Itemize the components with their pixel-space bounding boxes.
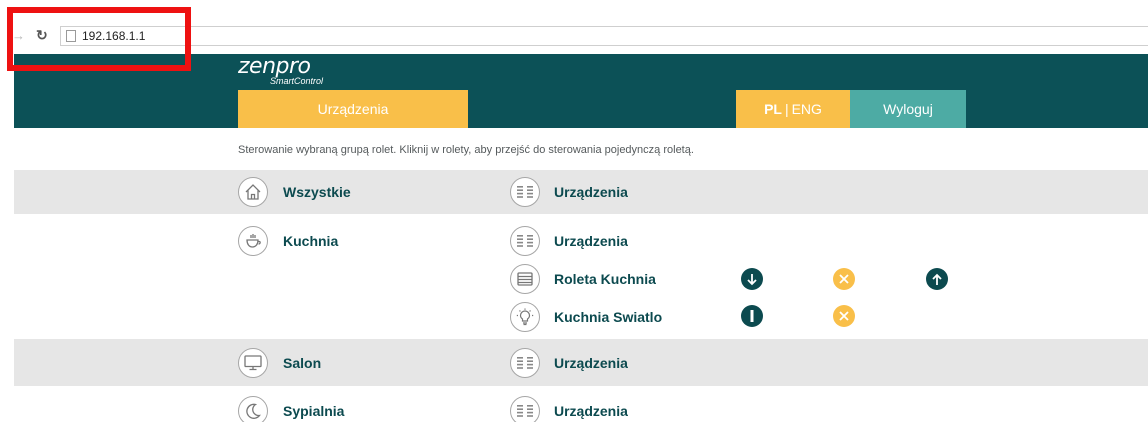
device-kuchnia-swiatlo[interactable]: Kuchnia Swiatlo [510, 302, 662, 332]
room-label: Sypialnia [283, 403, 345, 419]
device-label: Kuchnia Swiatlo [554, 309, 663, 325]
room-kuchnia[interactable]: Kuchnia [238, 226, 338, 256]
address-bar[interactable]: 192.168.1.1 [60, 26, 1148, 46]
room-label: Kuchnia [283, 233, 339, 249]
room-label: Salon [283, 355, 322, 371]
reload-icon[interactable]: ↻ [36, 27, 48, 43]
devices-link-kuchnia[interactable]: Urządzenia [510, 226, 628, 256]
room-salon[interactable]: Salon [238, 348, 321, 378]
logo-subtitle: SmartControl [270, 76, 324, 86]
devices-label: Urządzenia [554, 184, 628, 200]
lang-separator: | [784, 101, 789, 117]
room-label: Wszystkie [283, 184, 351, 200]
lang-eng[interactable]: ENG [792, 101, 822, 117]
lang-pl[interactable]: PL [764, 101, 782, 117]
devices-link-sypialnia[interactable]: Urządzenia [510, 396, 628, 422]
devices-label: Urządzenia [554, 403, 628, 419]
instruction-text: Sterowanie wybraną grupą rolet. Kliknij … [238, 144, 694, 156]
devices-label: Urządzenia [554, 355, 628, 371]
devices-link-wszystkie[interactable]: Urządzenia [510, 177, 628, 207]
room-wszystkie[interactable]: Wszystkie [238, 177, 351, 207]
off-x-icon[interactable] [833, 305, 855, 327]
power-on-icon[interactable] [741, 305, 763, 327]
forward-arrow-icon[interactable]: → [12, 29, 25, 43]
tv-icon [238, 348, 268, 378]
app-header: zenpro SmartControl Urządzenia PL | ENG … [14, 54, 1148, 128]
device-roleta-kuchnia[interactable]: Roleta Kuchnia [510, 264, 656, 294]
room-sypialnia[interactable]: Sypialnia [238, 396, 344, 422]
devices-link-salon[interactable]: Urządzenia [510, 348, 628, 378]
cup-icon [238, 226, 268, 256]
browser-toolbar: → ↻ 192.168.1.1 [0, 0, 1148, 46]
devices-nav-button[interactable]: Urządzenia [238, 90, 468, 128]
logout-button[interactable]: Wyloguj [850, 90, 966, 128]
blinds-icon [510, 264, 540, 294]
page-icon [66, 30, 76, 42]
bulb-icon [510, 302, 540, 332]
moon-icon [238, 396, 268, 422]
arrow-down-icon[interactable] [741, 268, 763, 290]
devices-icon [510, 226, 540, 256]
language-switcher: PL | ENG [736, 90, 850, 128]
devices-icon [510, 177, 540, 207]
devices-icon [510, 396, 540, 422]
device-label: Roleta Kuchnia [554, 271, 656, 287]
arrow-up-icon[interactable] [926, 268, 948, 290]
stop-x-icon[interactable] [833, 268, 855, 290]
devices-label: Urządzenia [554, 233, 628, 249]
devices-icon [510, 348, 540, 378]
home-icon [238, 177, 268, 207]
url-text[interactable]: 192.168.1.1 [82, 29, 145, 43]
